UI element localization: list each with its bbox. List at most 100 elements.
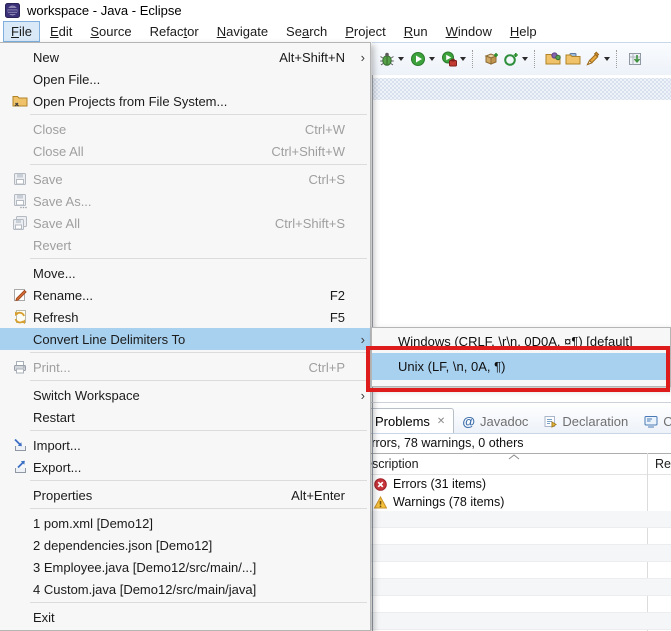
menu-item-new[interactable]: NewAlt+Shift+N›	[0, 46, 370, 68]
tab-problems[interactable]: Problems ✕	[366, 408, 454, 433]
import-table-icon	[627, 51, 643, 67]
menu-item-rename[interactable]: Rename...F2	[0, 284, 370, 306]
tab-problems-label: Problems	[375, 414, 430, 429]
menubar-navigate[interactable]: Navigate	[209, 21, 276, 42]
column-resource[interactable]: Resource	[655, 457, 671, 471]
tab-declaration[interactable]: Declaration	[536, 409, 636, 433]
open-project-button[interactable]	[543, 47, 563, 71]
menu-separator	[30, 602, 367, 603]
close-icon[interactable]: ✕	[437, 416, 445, 427]
menubar-edit[interactable]: Edit	[42, 21, 80, 42]
warning-icon	[374, 496, 387, 509]
menu-item-move[interactable]: Move...	[0, 262, 370, 284]
save-icon	[7, 171, 33, 187]
table-row-warnings[interactable]: Warnings (78 items)	[330, 493, 671, 511]
menu-item-convert-line-delimiters[interactable]: Convert Line Delimiters To›	[0, 328, 370, 350]
declaration-icon	[544, 415, 557, 428]
import-icon	[7, 437, 33, 453]
menubar-run[interactable]: Run	[396, 21, 436, 42]
empty-table-row	[330, 579, 671, 596]
menu-item-open-file[interactable]: Open File...	[0, 68, 370, 90]
debug-bug-icon	[379, 51, 395, 67]
menu-bar: File Edit Source Refactor Navigate Searc…	[0, 21, 671, 42]
menubar-search[interactable]: Search	[278, 21, 335, 42]
menu-item-save-as: Save As...	[0, 190, 370, 212]
submenu-item-windows[interactable]: Windows (CRLF, \r\n, 0D0A, ¤¶) [default]	[372, 330, 670, 353]
menubar-help[interactable]: Help	[502, 21, 545, 42]
file-menu-dropdown: NewAlt+Shift+N› Open File... Open Projec…	[0, 42, 371, 631]
menu-separator	[30, 164, 367, 165]
tab-javadoc-label: Javadoc	[480, 414, 528, 429]
menu-item-export[interactable]: Export...	[0, 456, 370, 478]
menu-item-restart[interactable]: Restart	[0, 406, 370, 428]
refresh-icon	[7, 309, 33, 325]
eclipse-window: workspace - Java - Eclipse File Edit Sou…	[0, 0, 671, 631]
external-tools-dropdown-caret[interactable]	[460, 57, 466, 61]
run-button[interactable]	[408, 47, 428, 71]
task-marker-button[interactable]	[583, 47, 603, 71]
folder-icon	[7, 93, 33, 109]
editor-tab-strip	[373, 78, 671, 100]
open-folder-button[interactable]	[563, 47, 583, 71]
empty-table-row	[330, 613, 671, 630]
empty-table-row	[330, 545, 671, 562]
menu-item-refresh[interactable]: RefreshF5	[0, 306, 370, 328]
menu-item-switch-workspace[interactable]: Switch Workspace›	[0, 384, 370, 406]
submenu-arrow-icon: ›	[351, 332, 365, 347]
toolbar-separator	[534, 50, 539, 68]
panel-left-border	[372, 403, 373, 631]
task-marker-dropdown-caret[interactable]	[604, 57, 610, 61]
menu-item-recent-3[interactable]: 3 Employee.java [Demo12/src/main/...]	[0, 556, 370, 578]
menubar-file[interactable]: File	[3, 21, 40, 42]
debug-dropdown-caret[interactable]	[398, 57, 404, 61]
tab-console[interactable]: Console	[636, 409, 671, 433]
menu-item-revert: Revert	[0, 234, 370, 256]
toolbar-separator	[472, 50, 477, 68]
run-dropdown-caret[interactable]	[429, 57, 435, 61]
menubar-source[interactable]: Source	[82, 21, 139, 42]
line-delimiters-submenu: Windows (CRLF, \r\n, 0D0A, ¤¶) [default]…	[371, 327, 671, 387]
menu-item-recent-1[interactable]: 1 pom.xml [Demo12]	[0, 512, 370, 534]
table-row-errors[interactable]: Errors (31 items)	[330, 475, 671, 493]
error-icon	[374, 478, 387, 491]
menubar-project[interactable]: Project	[337, 21, 393, 42]
new-class-dropdown-caret[interactable]	[522, 57, 528, 61]
menu-item-save-all: Save AllCtrl+Shift+S	[0, 212, 370, 234]
menubar-window[interactable]: Window	[438, 21, 500, 42]
menu-item-print: Print...Ctrl+P	[0, 356, 370, 378]
empty-table-row	[330, 562, 671, 579]
problems-summary: 31 errors, 78 warnings, 0 others	[347, 436, 523, 450]
javadoc-at-icon: @	[462, 414, 475, 429]
submenu-item-unix[interactable]: Unix (LF, \n, 0A, ¶)	[372, 353, 670, 380]
debug-button[interactable]	[377, 47, 397, 71]
print-icon	[7, 359, 33, 375]
submenu-arrow-icon: ›	[351, 50, 365, 65]
eclipse-logo-icon	[5, 3, 20, 18]
menu-item-import[interactable]: Import...	[0, 434, 370, 456]
tab-console-label: Console	[663, 414, 671, 429]
menu-item-close: CloseCtrl+W	[0, 118, 370, 140]
menu-item-open-projects[interactable]: Open Projects from File System...	[0, 90, 370, 112]
menu-item-recent-4[interactable]: 4 Custom.java [Demo12/src/main/java]	[0, 578, 370, 600]
menu-item-recent-2[interactable]: 2 dependencies.json [Demo12]	[0, 534, 370, 556]
sort-chevron-icon	[508, 454, 520, 460]
tab-javadoc[interactable]: @ Javadoc	[454, 409, 536, 433]
menu-item-close-all: Close AllCtrl+Shift+W	[0, 140, 370, 162]
menubar-refactor[interactable]: Refactor	[142, 21, 207, 42]
external-tools-button[interactable]	[439, 47, 459, 71]
package-icon	[483, 51, 499, 67]
empty-table-row	[330, 511, 671, 528]
tab-declaration-label: Declaration	[562, 414, 628, 429]
menu-item-properties[interactable]: PropertiesAlt+Enter	[0, 484, 370, 506]
save-as-icon	[7, 193, 33, 209]
import-table-button[interactable]	[625, 47, 645, 71]
menu-item-exit[interactable]: Exit	[0, 606, 370, 628]
new-java-package-button[interactable]	[481, 47, 501, 71]
menu-separator	[30, 480, 367, 481]
row-label: Errors (31 items)	[393, 477, 486, 491]
submenu-arrow-icon: ›	[351, 388, 365, 403]
new-java-class-button[interactable]	[501, 47, 521, 71]
menu-item-save: SaveCtrl+S	[0, 168, 370, 190]
problems-view: Problems ✕ @ Javadoc Declaration Console…	[330, 402, 671, 631]
problems-table: Errors (31 items) Warnings (78 items)	[330, 475, 671, 631]
